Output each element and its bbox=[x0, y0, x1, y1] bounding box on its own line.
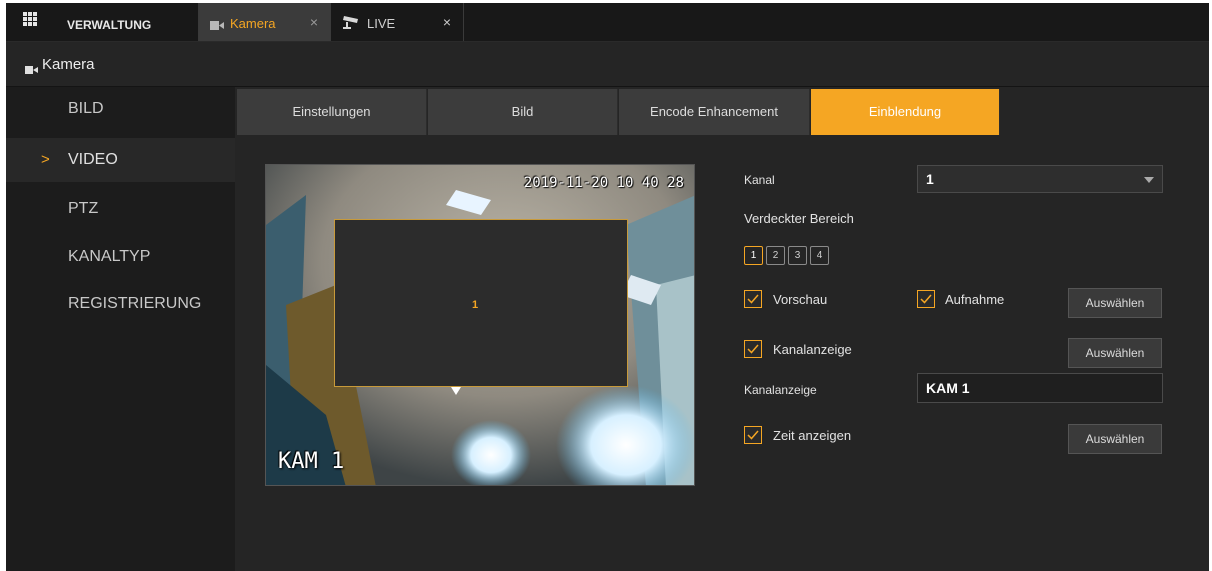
camera-preview[interactable]: 1 2019-11-20 10 40 28 KAM 1 bbox=[265, 164, 695, 486]
kanalanzeige-field-label: Kanalanzeige bbox=[744, 383, 817, 397]
tab-einblendung[interactable]: Einblendung bbox=[811, 89, 1000, 135]
verdeckter-bereich-label: Verdeckter Bereich bbox=[744, 211, 854, 226]
top-tab-bar: VERWALTUNG Kamera × LIVE × bbox=[6, 3, 1209, 42]
aufnahme-checkbox[interactable] bbox=[917, 290, 935, 308]
region-button-4[interactable]: 4 bbox=[810, 246, 829, 265]
sidebar-item-registrierung[interactable]: REGISTRIERUNG bbox=[6, 282, 235, 326]
region-button-1[interactable]: 1 bbox=[744, 246, 763, 265]
chevron-down-icon bbox=[1144, 177, 1154, 183]
auswaehlen-button-kanalanzeige[interactable]: Auswählen bbox=[1068, 338, 1162, 368]
kanalanzeige-checkbox-label: Kanalanzeige bbox=[773, 342, 852, 357]
vorschau-checkbox[interactable] bbox=[744, 290, 762, 308]
auswaehlen-button-vorschau[interactable]: Auswählen bbox=[1068, 288, 1162, 318]
sidebar-item-ptz[interactable]: PTZ bbox=[6, 187, 235, 231]
kanal-select[interactable]: 1 bbox=[917, 165, 1163, 193]
zeit-anzeigen-checkbox[interactable] bbox=[744, 426, 762, 444]
sidebar-item-label: VIDEO bbox=[68, 151, 118, 168]
sidebar-item-bild[interactable]: BILD bbox=[6, 87, 235, 131]
checkmark-icon bbox=[747, 430, 759, 440]
kanal-label: Kanal bbox=[744, 173, 775, 187]
checkmark-icon bbox=[920, 294, 932, 304]
main-content: Einstellungen Bild Encode Enhancement Ei… bbox=[235, 87, 1209, 571]
chevron-right-icon: > bbox=[41, 151, 50, 168]
close-icon[interactable]: × bbox=[443, 14, 451, 30]
tab-kamera[interactable]: Kamera × bbox=[198, 3, 330, 41]
vorschau-label: Vorschau bbox=[773, 292, 828, 307]
sidebar-item-label: REGISTRIERUNG bbox=[68, 295, 202, 312]
tab-live-label: LIVE bbox=[367, 16, 396, 31]
checkmark-icon bbox=[747, 294, 759, 304]
app-window: VERWALTUNG Kamera × LIVE × Kamera BILD > bbox=[6, 3, 1209, 571]
sidebar-item-label: PTZ bbox=[68, 200, 99, 217]
sidebar-item-label: BILD bbox=[68, 100, 104, 117]
close-icon[interactable]: × bbox=[310, 14, 318, 30]
sidebar: BILD > VIDEO PTZ KANALTYP REGISTRIERUNG bbox=[6, 87, 235, 571]
tab-live[interactable]: LIVE × bbox=[330, 3, 464, 41]
camera-icon bbox=[210, 17, 224, 35]
aufnahme-label: Aufnahme bbox=[945, 292, 1005, 307]
tab-kamera-label: Kamera bbox=[230, 16, 276, 31]
kanalanzeige-input[interactable]: KAM 1 bbox=[917, 373, 1163, 403]
region-button-2[interactable]: 2 bbox=[766, 246, 785, 265]
sidebar-item-video[interactable]: > VIDEO bbox=[6, 138, 235, 182]
region-button-3[interactable]: 3 bbox=[788, 246, 807, 265]
tab-bild[interactable]: Bild bbox=[428, 89, 618, 135]
page-header: Kamera bbox=[6, 42, 1209, 87]
tab-einstellungen[interactable]: Einstellungen bbox=[237, 89, 427, 135]
camera-icon bbox=[25, 61, 38, 79]
sidebar-item-kanaltyp[interactable]: KANALTYP bbox=[6, 235, 235, 279]
app-grid-icon[interactable] bbox=[23, 12, 37, 26]
auswaehlen-button-zeit[interactable]: Auswählen bbox=[1068, 424, 1162, 454]
sidebar-item-label: KANALTYP bbox=[68, 248, 151, 265]
osd-timestamp[interactable]: 2019-11-20 10 40 28 bbox=[524, 175, 684, 191]
osd-channel-name[interactable]: KAM 1 bbox=[278, 449, 344, 474]
checkmark-icon bbox=[747, 344, 759, 354]
cctv-icon bbox=[342, 14, 362, 35]
kanalanzeige-checkbox[interactable] bbox=[744, 340, 762, 358]
brand-label[interactable]: VERWALTUNG bbox=[67, 18, 151, 32]
zeit-anzeigen-label: Zeit anzeigen bbox=[773, 428, 852, 443]
kanal-select-value: 1 bbox=[926, 171, 934, 187]
mask-number: 1 bbox=[472, 299, 479, 311]
page-title: Kamera bbox=[42, 56, 95, 73]
privacy-mask-region[interactable]: 1 bbox=[334, 219, 628, 387]
tab-encode-enhancement[interactable]: Encode Enhancement bbox=[619, 89, 810, 135]
